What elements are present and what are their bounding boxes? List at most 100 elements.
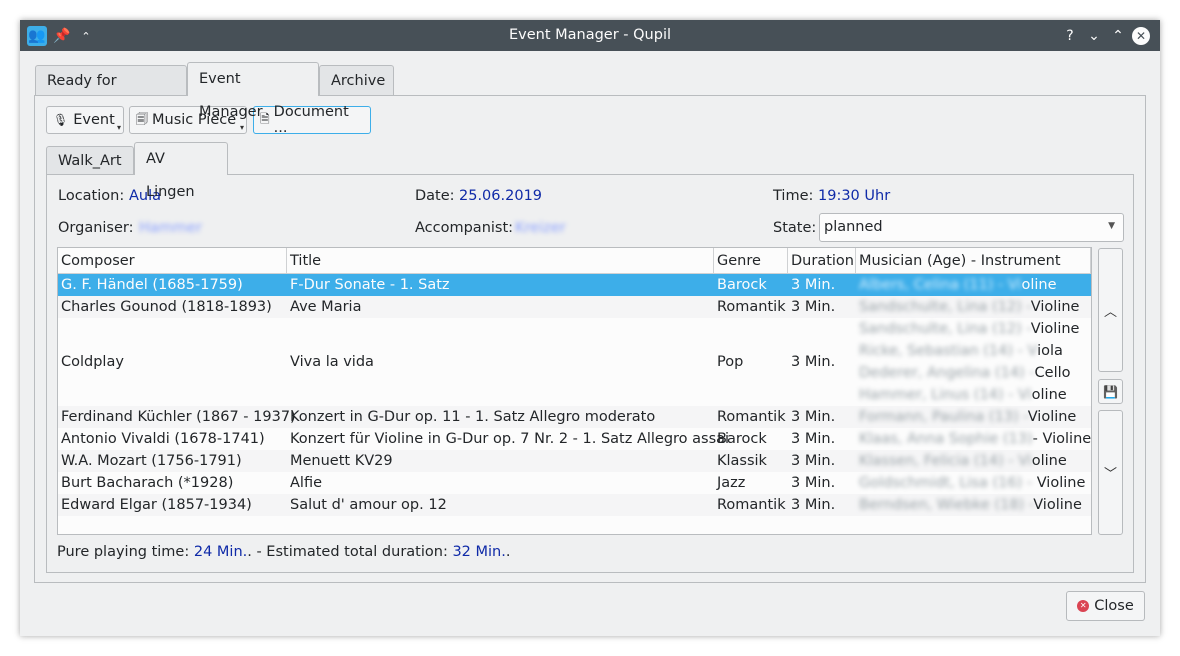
header-genre[interactable]: Genre [714, 248, 788, 274]
close-circle-icon: ✕ [1077, 600, 1090, 612]
instrument: iola [1037, 343, 1063, 359]
dropdown-arrow-icon: ▾ [116, 123, 121, 132]
duration-cell: 3 Min. [791, 409, 836, 425]
header-composer[interactable]: Composer [58, 248, 287, 274]
genre-cell: Romantik [717, 299, 786, 315]
musician-cell: Klaas, Anna Sophie (13)- Violine [859, 428, 1091, 450]
table-row[interactable]: Antonio Vivaldi (1678-1741) Konzert für V… [58, 428, 1091, 450]
title-cell: Ave Maria [290, 299, 362, 315]
date-label: Date: [415, 188, 455, 204]
genre-cell: Romantik [717, 497, 786, 513]
move-down-button[interactable]: ﹀ [1098, 410, 1123, 535]
save-button[interactable]: 💾 [1098, 379, 1123, 404]
organiser-value: Hammer [139, 220, 202, 236]
help-icon[interactable]: ? [1060, 26, 1080, 46]
microphone-icon: 🎙 [53, 113, 69, 127]
table-row[interactable]: Coldplay Viva la vida Pop 3 Min. Sandschulte… [58, 318, 1091, 406]
musician-name: Dederer, Angelina (14) - [859, 365, 1035, 381]
instrument: Violine [1030, 321, 1080, 337]
duration-cell: 3 Min. [791, 475, 836, 491]
composer-cell: Charles Gounod (1818-1893) [61, 299, 272, 315]
composer-cell: Antonio Vivaldi (1678-1741) [61, 431, 265, 447]
close-icon[interactable]: ✕ [1132, 27, 1150, 45]
composer-cell: Ferdinand Küchler (1867 - 1937) [61, 409, 296, 425]
title-cell: Viva la vida [290, 354, 374, 370]
table-row[interactable]: G. F. Händel (1685-1759) F-Dur Sonate - 1… [58, 274, 1091, 296]
musician-name: Formann, Paulina (13) - [859, 409, 1028, 425]
tab-ready-for-concert[interactable]: Ready for Concert [35, 65, 187, 120]
header-duration[interactable]: Duration [788, 248, 856, 274]
title-cell: Alfie [290, 475, 323, 491]
genre-cell: Romantik [717, 409, 786, 425]
musician-name: Sandschulte, Lina (12) - [859, 299, 1031, 315]
header-musician[interactable]: Musician (Age) - Instrument [856, 248, 1091, 274]
time-value: 19:30 Uhr [818, 188, 891, 204]
musician-name: Hammer, Linus (14) - Vi [859, 387, 1032, 403]
title-cell: Konzert in G-Dur op. 11 - 1. Satz Allegr… [290, 409, 656, 425]
duration-cell: 3 Min. [791, 431, 836, 447]
instrument: Violine [1036, 475, 1086, 491]
genre-cell: Pop [717, 354, 744, 370]
state-select[interactable]: planned ▼ [819, 213, 1124, 242]
musician-cell: Sandschulte, Lina (12) -Violine [859, 296, 1079, 318]
musician-name: Goldschmidt, Lisa (16) - [859, 475, 1037, 491]
duration-cell: 3 Min. [791, 299, 836, 315]
musician-name: Klassen, Felicia (14) - Vi [859, 453, 1032, 469]
table-row[interactable]: Charles Gounod (1818-1893) Ave Maria Roman… [58, 296, 1091, 318]
move-up-button[interactable]: ︿ [1098, 248, 1123, 372]
date-value: 25.06.2019 [459, 188, 543, 204]
accompanist-value: Kreizer [515, 220, 566, 236]
state-label: State: [773, 220, 817, 236]
musician-name: Sandschulte, Lina (12) - [859, 321, 1031, 337]
duration-cell: 3 Min. [791, 354, 836, 370]
close-button[interactable]: ✕ Close [1066, 591, 1145, 621]
header-title[interactable]: Title [287, 248, 714, 274]
music-pieces-table[interactable]: Composer Title Genre Duration Musician (… [57, 247, 1092, 535]
musician-name: Ricke, Sebastian (14) - V [859, 343, 1038, 359]
table-row[interactable]: W.A. Mozart (1756-1791) Menuett KV29 Klass… [58, 450, 1091, 472]
composer-cell: G. F. Händel (1685-1759) [61, 277, 243, 293]
application-window: 👥 📌 ⌃ Event Manager - Qupil ? ⌄ ⌃ ✕ Read… [20, 20, 1160, 636]
subtab-walk-art[interactable]: Walk_Art [46, 146, 134, 175]
duration-cell: 3 Min. [791, 453, 836, 469]
instrument: - Violine [1032, 431, 1092, 447]
instrument: Violine [1027, 409, 1077, 425]
genre-cell: Barock [717, 277, 767, 293]
save-icon: 💾 [1103, 384, 1118, 399]
maximize-icon[interactable]: ⌃ [1108, 26, 1128, 46]
event-button[interactable]: 🎙 Event ▾ [46, 106, 124, 134]
accompanist-label: Accompanist: [415, 220, 514, 236]
chevron-up-icon: ︿ [1103, 304, 1117, 320]
table-row[interactable]: Ferdinand Küchler (1867 - 1937) Konzert i… [58, 406, 1091, 428]
window-title: Event Manager - Qupil [508, 27, 672, 43]
time-label: Time: [773, 188, 814, 204]
organiser-label: Organiser: [58, 220, 134, 236]
musician-cell: Berndsen, Wiebke (18) -Violine [859, 494, 1082, 516]
chevron-down-icon: ▼ [1108, 221, 1115, 231]
musician-cell: Albers, Celina (11) - Violine [859, 274, 1057, 296]
instrument: oline [1021, 277, 1057, 293]
tab-event-manager[interactable]: Event Manager [187, 62, 319, 120]
summary-line: Pure playing time: 24 Min.. - Estimated … [57, 544, 511, 560]
genre-cell: Barock [717, 431, 767, 447]
musician-cell: Goldschmidt, Lisa (16) - Violine [859, 472, 1085, 494]
composer-cell: Burt Bacharach (*1928) [61, 475, 234, 491]
location-label: Location: [58, 188, 125, 204]
table-row[interactable]: Edward Elgar (1857-1934) Salut d' amour o… [58, 494, 1091, 516]
musician-cell: Sandschulte, Lina (12) -Violine [859, 318, 1079, 340]
subtab-av-lingen[interactable]: AV Lingen [134, 142, 228, 200]
instrument: oline [1031, 453, 1067, 469]
genre-cell: Klassik [717, 453, 767, 469]
estimated-total-duration: 32 Min. [452, 544, 506, 560]
table-row[interactable]: Burt Bacharach (*1928) Alfie Jazz 3 Min. Gol… [58, 472, 1091, 494]
title-cell: F-Dur Sonate - 1. Satz [290, 277, 450, 293]
minimize-icon[interactable]: ⌄ [1084, 26, 1104, 46]
musician-name: Albers, Celina (11) - Vi [859, 277, 1022, 293]
document-button[interactable]: 🗎 Document ... [253, 104, 371, 136]
instrument: oline [1031, 387, 1067, 403]
instrument: Violine [1030, 299, 1080, 315]
instrument: Cello [1034, 365, 1071, 381]
tab-archive[interactable]: Archive [319, 65, 394, 96]
musician-cell: Dederer, Angelina (14) -Cello [859, 362, 1071, 384]
musician-name: Berndsen, Wiebke (18) - [859, 497, 1034, 513]
